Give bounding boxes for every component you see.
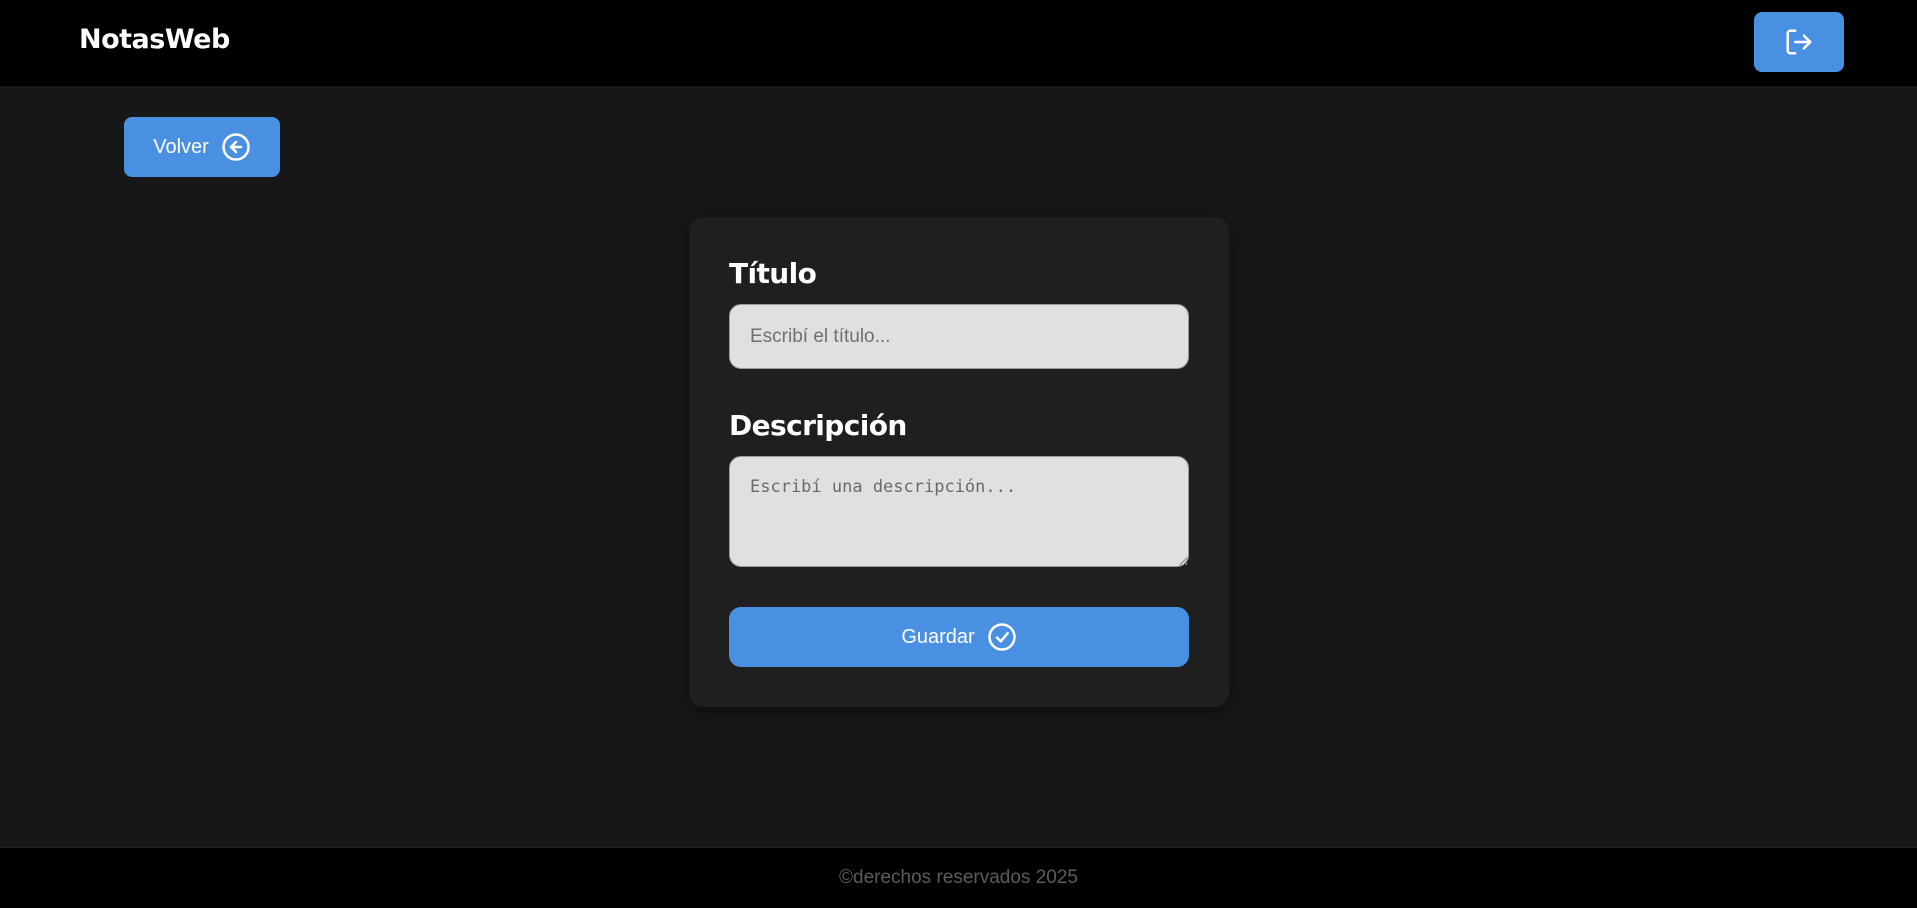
check-circle-icon [987, 622, 1017, 652]
arrow-left-circle-icon [221, 132, 251, 162]
note-form-card: Título Descripción Guardar [689, 217, 1229, 707]
footer: ©derechos reservados 2025 [0, 847, 1917, 908]
footer-copyright: ©derechos reservados 2025 [839, 867, 1078, 888]
description-label: Descripción [729, 409, 907, 442]
save-button[interactable]: Guardar [729, 607, 1189, 667]
back-button[interactable]: Volver [124, 117, 280, 177]
description-textarea[interactable] [729, 456, 1189, 567]
brand-logo[interactable]: NotasWeb [79, 24, 230, 55]
logout-button[interactable] [1754, 12, 1844, 72]
back-button-label: Volver [153, 135, 209, 158]
top-navbar: NotasWeb [0, 0, 1917, 86]
title-input[interactable] [729, 304, 1189, 369]
save-button-label: Guardar [901, 625, 975, 648]
title-label: Título [729, 257, 817, 290]
logout-icon [1784, 27, 1814, 57]
